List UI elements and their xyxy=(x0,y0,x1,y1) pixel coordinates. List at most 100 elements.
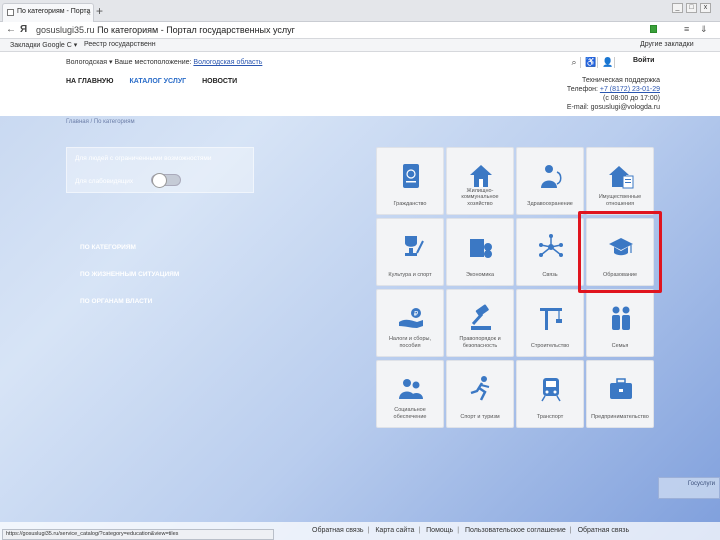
education-highlight-box xyxy=(578,211,662,293)
side-widget[interactable]: Госуслуги xyxy=(658,477,720,499)
support-phone-line: Телефон: +7 (8172) 23-01-29 xyxy=(556,85,660,94)
tile-label: Гражданство xyxy=(393,200,427,207)
tile-label: Правопорядок и безопасность xyxy=(459,336,501,349)
search-icon[interactable]: ⌕ xyxy=(568,57,581,68)
footer-separator: | xyxy=(569,527,572,534)
tile-communication[interactable]: Связь xyxy=(516,218,584,286)
browser-tab[interactable]: По категориям - Порта x xyxy=(2,3,94,22)
tile-property[interactable]: Имущественные отношения xyxy=(586,147,654,215)
economy-icon xyxy=(470,239,492,258)
network-icon xyxy=(539,234,563,257)
leftnav-by-category[interactable]: ПО КАТЕГОРИЯМ xyxy=(80,244,136,251)
gavel-icon xyxy=(471,304,491,330)
bookmark-registry[interactable]: Реестр государственн xyxy=(84,41,156,48)
region-selector[interactable]: Вологодская ▾ Ваше местоположение: Волог… xyxy=(66,58,262,66)
tab-title: По категориям - Порта xyxy=(17,8,91,15)
tile-transport[interactable]: Транспорт xyxy=(516,360,584,428)
back-arrow-icon[interactable]: ← xyxy=(6,24,16,35)
new-tab-button[interactable]: + xyxy=(96,4,103,18)
support-title: Техническая поддержка xyxy=(581,77,660,84)
footer-link[interactable]: Обратная связь xyxy=(578,527,630,534)
footer-separator: | xyxy=(457,527,460,534)
tile-law-order[interactable]: Правопорядок и безопасность xyxy=(446,289,514,357)
toggle-knob xyxy=(152,173,167,188)
tile-label: Имущественные отношения xyxy=(598,194,642,207)
hand-coin-icon: ₽ xyxy=(399,308,423,328)
minimize-button[interactable]: _ xyxy=(672,3,683,13)
footer-links: Обратная связь | Карта сайта | Помощь | Пол… xyxy=(312,527,633,534)
tile-construction[interactable]: Строительство xyxy=(516,289,584,357)
tile-label: Культура и спорт xyxy=(388,271,432,278)
tile-sport[interactable]: Спорт и туризм xyxy=(446,360,514,428)
site-header: Вологодская ▾ Ваше местоположение: Волог… xyxy=(0,52,720,116)
maximize-button[interactable]: □ xyxy=(686,3,697,13)
support-hours: (с 08:00 до 17:00) xyxy=(602,95,660,102)
favicon-icon xyxy=(7,9,14,16)
footer-link[interactable]: Пользовательское соглашение xyxy=(465,527,566,534)
support-phone-label: Телефон: xyxy=(566,86,600,93)
tile-label: Спорт и туризм xyxy=(460,413,500,420)
tile-label: Семья xyxy=(611,342,629,349)
family-icon xyxy=(612,306,630,330)
footer-separator: | xyxy=(418,527,421,534)
footer-separator: | xyxy=(367,527,370,534)
yandex-icon[interactable]: Я xyxy=(20,24,27,35)
tile-label: Экономика xyxy=(465,271,494,278)
support-block: Техническая поддержка Телефон: +7 (8172)… xyxy=(556,76,660,112)
tile-label: Жилищно-коммунальное хозяйство xyxy=(461,187,499,207)
tile-label: Строительство xyxy=(530,342,570,349)
tile-business[interactable]: Предпринимательство xyxy=(586,360,654,428)
url-domain: gosuslugi35.ru xyxy=(36,25,95,35)
main-nav: НА ГЛАВНУЮ КАТАЛОГ УСЛУГ НОВОСТИ xyxy=(66,78,251,85)
footer-link[interactable]: Карта сайта xyxy=(375,527,414,534)
tile-culture[interactable]: Культура и спорт xyxy=(376,218,444,286)
tile-social[interactable]: Социальное обеспечение xyxy=(376,360,444,428)
header-icons: ⌕ ♿ 👤 xyxy=(568,57,619,68)
browser-tab-bar: По категориям - Порта x + _ □ x xyxy=(0,0,720,22)
region-link[interactable]: Вологодская область xyxy=(193,59,262,66)
leftnav-by-life-situation[interactable]: ПО ЖИЗНЕННЫМ СИТУАЦИЯМ xyxy=(80,271,179,278)
download-icon[interactable]: ⇓ xyxy=(700,24,708,35)
leftnav-by-authority[interactable]: ПО ОРГАНАМ ВЛАСТИ xyxy=(80,298,152,305)
breadcrumb[interactable]: Главная / По категориям xyxy=(66,119,135,125)
menu-icon[interactable]: ≡ xyxy=(684,24,689,34)
train-icon xyxy=(541,378,561,402)
nav-news[interactable]: НОВОСТИ xyxy=(202,78,237,85)
tile-label: Связь xyxy=(542,271,558,278)
accessibility-toggle-label: Для слабовидящих xyxy=(75,178,134,185)
accessibility-panel: Для людей с ограниченными возможностями … xyxy=(66,147,254,193)
briefcase-icon xyxy=(610,378,632,399)
tile-healthcare[interactable]: Здравоохранение xyxy=(516,147,584,215)
house-icon xyxy=(470,165,492,187)
footer-link[interactable]: Обратная связь xyxy=(312,527,364,534)
support-phone[interactable]: +7 (8172) 23-01-29 xyxy=(600,86,660,93)
status-url: https://gosuslugi35.ru/service_catalog/?… xyxy=(2,529,274,540)
user-icon[interactable]: 👤 xyxy=(602,57,615,68)
region-prefix: Вологодская xyxy=(66,59,108,66)
accessibility-icon[interactable]: ♿ xyxy=(585,57,598,68)
accessibility-toggle[interactable] xyxy=(151,173,181,188)
login-button[interactable]: Войти xyxy=(633,57,654,64)
tile-citizenship[interactable]: Гражданство xyxy=(376,147,444,215)
footer-link[interactable]: Помощь xyxy=(426,527,453,534)
tab-close-icon[interactable]: x xyxy=(87,10,91,17)
tile-taxes[interactable]: ₽ Налоги и сборы, пособия xyxy=(376,289,444,357)
bookmark-google[interactable]: Закладки Google C ▾ xyxy=(10,41,77,49)
tile-housing[interactable]: Жилищно-коммунальное хозяйство xyxy=(446,147,514,215)
close-window-button[interactable]: x xyxy=(700,3,711,13)
nav-catalog[interactable]: КАТАЛОГ УСЛУГ xyxy=(129,78,186,85)
support-email[interactable]: E-mail: gosuslugi@vologda.ru xyxy=(556,103,660,112)
tile-label: Транспорт xyxy=(536,413,564,420)
tile-economy[interactable]: Экономика xyxy=(446,218,514,286)
accessibility-text: Для людей с ограниченными возможностями xyxy=(75,155,212,162)
trophy-icon xyxy=(405,236,424,256)
people-icon xyxy=(399,379,423,399)
url-field[interactable]: gosuslugi35.ru По категориям - Портал го… xyxy=(36,25,295,35)
url-title: По категориям - Портал государственных у… xyxy=(97,25,295,35)
nav-home[interactable]: НА ГЛАВНУЮ xyxy=(66,78,114,85)
bookmarks-bar: Закладки Google C ▾ Реестр государственн… xyxy=(0,39,720,52)
runner-icon xyxy=(470,376,490,401)
tile-family[interactable]: Семья xyxy=(586,289,654,357)
bookmark-other[interactable]: Другие закладки xyxy=(640,41,694,48)
crane-icon xyxy=(540,308,562,330)
